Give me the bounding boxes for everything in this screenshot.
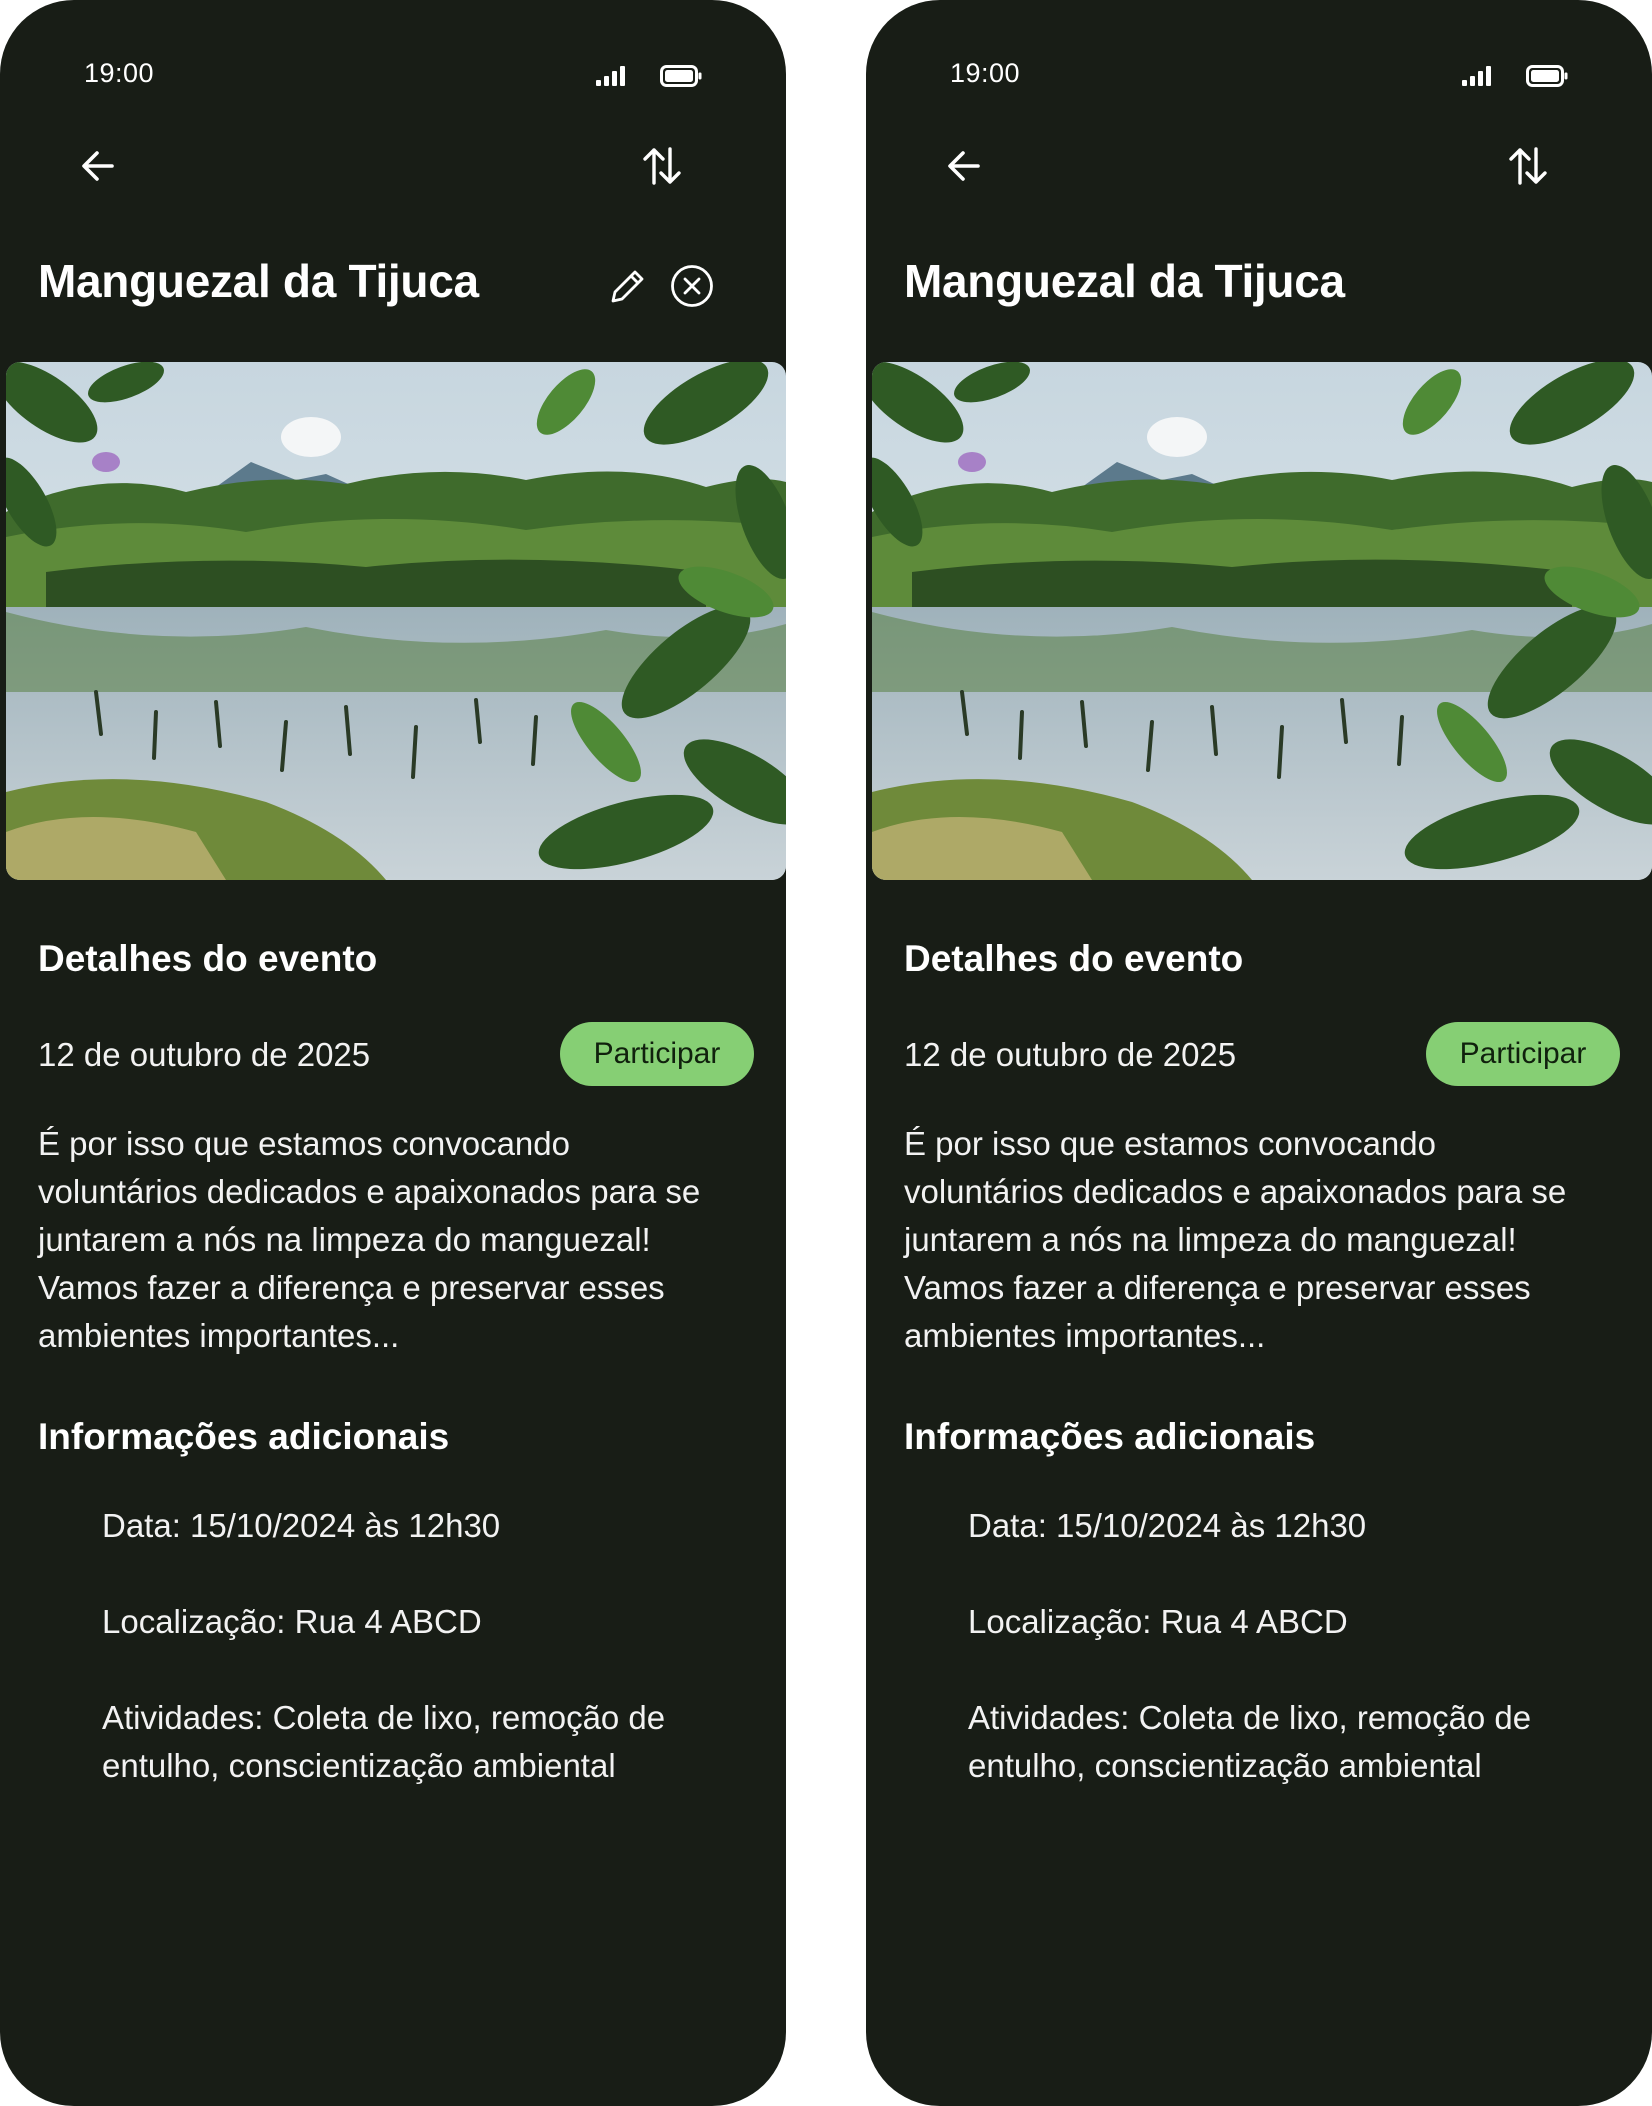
event-photo [6, 362, 786, 880]
close-circle-icon [671, 265, 713, 307]
event-description: É por isso que estamos convocando volunt… [38, 1125, 701, 1354]
edit-button[interactable] [604, 262, 652, 310]
signal-icon [1462, 66, 1491, 86]
event-photo [872, 362, 1652, 880]
sort-arrows-icon [643, 147, 681, 185]
info-item-location: Localização: Rua 4 ABCD [102, 1603, 482, 1640]
event-date: 12 de outubro de 2025 [38, 1036, 371, 1073]
info-item-date: Data: 15/10/2024 às 12h30 [102, 1507, 501, 1544]
phone-screen-owner-view: 19:00 Manguezal da Tijuca Detalhes do ev… [0, 0, 786, 2106]
info-item-activities: Atividades: Coleta de lixo, remoção de e… [102, 1699, 666, 1784]
arrow-left-icon [82, 151, 114, 181]
additional-info-heading: Informações adicionais [904, 1416, 1316, 1457]
delete-event-button[interactable] [668, 262, 716, 310]
sort-arrows-icon [1509, 147, 1547, 185]
status-time: 19:00 [84, 58, 155, 88]
battery-icon [660, 65, 702, 87]
status-time: 19:00 [950, 58, 1021, 88]
info-item-location: Localização: Rua 4 ABCD [968, 1603, 1348, 1640]
info-item-activities: Atividades: Coleta de lixo, remoção de e… [968, 1699, 1532, 1784]
back-button[interactable] [934, 136, 994, 196]
event-description: É por isso que estamos convocando volunt… [904, 1125, 1567, 1354]
event-details-heading: Detalhes do evento [904, 938, 1244, 979]
pencil-icon [611, 270, 644, 303]
participate-button[interactable]: Participar [1426, 1022, 1620, 1086]
event-details-heading: Detalhes do evento [38, 938, 378, 979]
back-button[interactable] [68, 136, 128, 196]
additional-info-heading: Informações adicionais [38, 1416, 450, 1457]
page-title: Manguezal da Tijuca [904, 255, 1345, 307]
page-title: Manguezal da Tijuca [38, 255, 479, 307]
sort-button[interactable] [632, 136, 692, 196]
participate-button[interactable]: Participar [560, 1022, 754, 1086]
battery-icon [1526, 65, 1568, 87]
signal-icon [596, 66, 625, 86]
info-item-date: Data: 15/10/2024 às 12h30 [968, 1507, 1367, 1544]
status-bar: 19:00 [950, 58, 1568, 98]
phone-screen-visitor-view: 19:00 Manguezal da Tijuca Detalhes do ev… [866, 0, 1652, 2106]
event-date: 12 de outubro de 2025 [904, 1036, 1237, 1073]
sort-button[interactable] [1498, 136, 1558, 196]
status-bar: 19:00 [84, 58, 702, 98]
arrow-left-icon [948, 151, 980, 181]
